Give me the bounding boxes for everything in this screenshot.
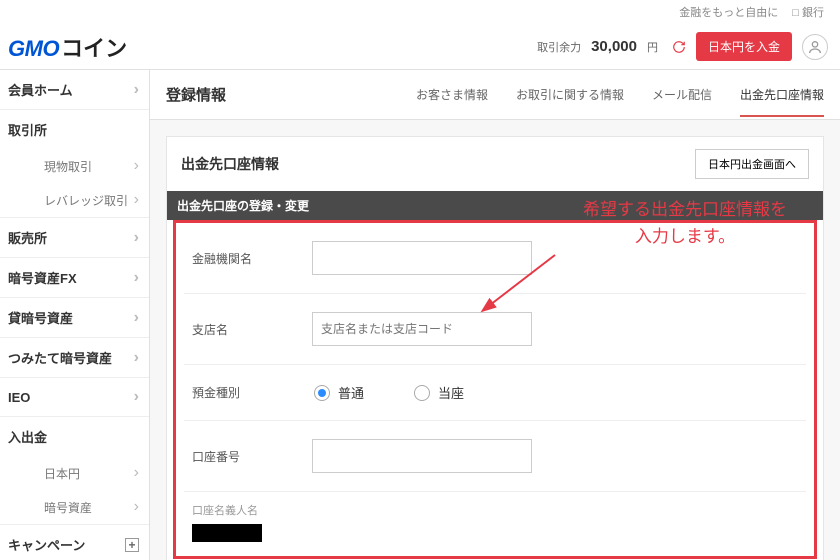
radio-icon [414,385,430,401]
sidebar-item-leverage[interactable]: レバレッジ取引 › [0,183,149,218]
go-withdraw-screen-button[interactable]: 日本円出金画面へ [695,149,809,179]
logo-gmo: GMO [8,36,59,62]
balance-unit: 円 [647,39,658,55]
balance-amount: 30,000 [591,38,637,55]
sidebar-item-deposit-withdraw[interactable]: 入出金 [0,417,149,456]
tab-customer-info[interactable]: お客さま情報 [416,86,488,117]
tab-transaction-info[interactable]: お取引に関する情報 [516,86,624,117]
chevron-right-icon: › [134,388,139,406]
sidebar-label: キャンペーン [8,535,85,554]
sidebar-item-lending[interactable]: 貸暗号資産 › [0,298,149,338]
reload-icon[interactable] [672,40,686,54]
account-holder-redacted [192,524,262,542]
sidebar-label: 会員ホーム [8,80,73,99]
account-type-normal-radio[interactable]: 普通 [314,383,364,402]
sidebar-label: IEO [8,390,30,405]
topbar-slogan: 金融をもっと自由に [679,4,778,20]
chevron-right-icon: › [134,191,139,209]
account-type-label: 預金種別 [192,384,312,401]
radio-icon [314,385,330,401]
sidebar-sublabel: 暗号資産 [44,499,92,516]
chevron-right-icon: › [134,309,139,327]
chevron-right-icon: › [134,349,139,367]
sidebar-item-sales[interactable]: 販売所 › [0,218,149,258]
account-number-label: 口座番号 [192,448,312,465]
sidebar-item-cryptofx[interactable]: 暗号資産FX › [0,258,149,298]
branch-input[interactable] [312,312,532,346]
sidebar-label: つみたて暗号資産 [8,348,112,367]
sidebar-item-member-home[interactable]: 会員ホーム › [0,70,149,110]
sidebar-item-crypto[interactable]: 暗号資産 › [0,490,149,525]
deposit-jpy-button[interactable]: 日本円を入金 [696,32,792,61]
form-highlight-box: 金融機関名 支店名 預金種別 普通 [173,220,817,559]
chevron-right-icon: › [134,498,139,516]
chevron-right-icon: › [134,229,139,247]
topbar-bank-link[interactable]: □ 銀行 [792,4,824,20]
chevron-right-icon: › [134,464,139,482]
chevron-right-icon: › [134,269,139,287]
section-header: 出金先口座の登録・変更 [167,191,823,220]
sidebar-label: 入出金 [8,427,47,446]
page-title: 登録情報 [166,84,226,105]
logo[interactable]: GMO コイン [8,31,127,63]
sidebar-label: 取引所 [8,120,47,139]
sidebar-item-campaign[interactable]: キャンペーン + [0,525,149,560]
sidebar-item-ieo[interactable]: IEO › [0,378,149,417]
sidebar-label: 暗号資産FX [8,268,77,287]
panel-title: 出金先口座情報 [181,154,279,174]
sidebar-item-saving[interactable]: つみたて暗号資産 › [0,338,149,378]
sidebar-item-jpy[interactable]: 日本円 › [0,456,149,490]
branch-label: 支店名 [192,321,312,338]
balance-label: 取引余力 [537,39,581,55]
tab-mail[interactable]: メール配信 [652,86,712,117]
sidebar: 会員ホーム › 取引所 現物取引 › レバレッジ取引 › 販売所 › 暗号資産FX › 貸… [0,70,150,560]
radio-label: 当座 [438,383,464,402]
chevron-right-icon: › [134,81,139,99]
bank-name-label: 金融機関名 [192,250,312,267]
tab-withdraw-account[interactable]: 出金先口座情報 [740,86,824,117]
avatar[interactable] [802,34,828,60]
sidebar-sublabel: 現物取引 [44,158,92,175]
bank-name-input[interactable] [312,241,532,275]
account-holder-label: 口座名義人名 [192,502,798,518]
chevron-right-icon: › [134,157,139,175]
user-icon [807,39,823,55]
account-number-input[interactable] [312,439,532,473]
plus-icon: + [125,538,139,552]
sidebar-item-spot[interactable]: 現物取引 › [0,149,149,183]
sidebar-sublabel: レバレッジ取引 [44,192,128,209]
account-type-current-radio[interactable]: 当座 [414,383,464,402]
sidebar-label: 販売所 [8,228,47,247]
radio-label: 普通 [338,383,364,402]
logo-coin: コイン [61,31,127,63]
sidebar-item-exchange[interactable]: 取引所 [0,110,149,149]
sidebar-sublabel: 日本円 [44,465,80,482]
sidebar-label: 貸暗号資産 [8,308,73,327]
